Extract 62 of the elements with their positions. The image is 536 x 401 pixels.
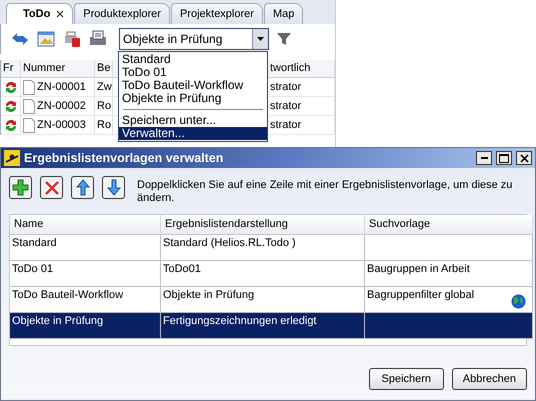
table-cell: Zw	[95, 78, 113, 97]
column-header[interactable]: Fr	[1, 60, 21, 78]
menu-item[interactable]: ToDo Bauteil-Workflow	[119, 79, 267, 92]
menu-item[interactable]: Objekte in Prüfung	[119, 92, 267, 105]
document-icon	[23, 80, 35, 94]
column-header[interactable]: twortlich	[268, 60, 335, 78]
sync-arrows-icon[interactable]	[11, 32, 29, 46]
minimize-button[interactable]	[476, 151, 492, 165]
caret-icon	[257, 37, 264, 41]
printer-icon[interactable]	[63, 30, 81, 48]
maximize-icon	[499, 154, 509, 162]
column-header[interactable]: Ergebnislistendarstellung	[161, 215, 365, 235]
menu-item[interactable]: ToDo 01	[119, 66, 267, 79]
menu-item[interactable]: Speichern unter...	[119, 114, 267, 127]
menu-item[interactable]: Verwalten...	[119, 127, 267, 140]
image-icon[interactable]	[37, 31, 55, 47]
table-cell[interactable]: Objekte in Prüfung	[10, 313, 161, 339]
tab[interactable]: Produktexplorer	[74, 3, 170, 24]
table-cell[interactable]: Bagruppenfilter global	[365, 287, 533, 313]
move-down-button[interactable]	[102, 176, 125, 199]
maximize-button[interactable]	[496, 151, 512, 165]
table-cell[interactable]: Baugruppen in Arbeit	[365, 261, 533, 287]
table-cell[interactable]: ToDo 01	[10, 261, 161, 287]
table-cell: Ro	[95, 116, 113, 135]
table-cell[interactable]: ToDo01	[161, 261, 365, 287]
table-cell[interactable]: Standard	[10, 235, 161, 261]
close-icon	[520, 154, 528, 162]
window-title: Ergebnislistenvorlagen verwalten	[24, 151, 224, 165]
table-cell: Ro	[95, 97, 113, 116]
globe-icon	[511, 294, 526, 309]
minimize-icon	[480, 157, 488, 159]
document-icon	[23, 98, 35, 114]
table-cell[interactable]: Standard (Helios.RL.Todo )	[161, 235, 365, 261]
tab[interactable]: ToDo	[6, 3, 74, 24]
dialog-button[interactable]: Abbrechen	[452, 368, 527, 390]
table-cell[interactable]: Fertigungszeichnungen erledigt	[161, 313, 365, 339]
column-header[interactable]: Nummer	[21, 60, 95, 78]
printer-icon[interactable]	[89, 30, 107, 48]
column-header[interactable]: Suchvorlage	[365, 215, 533, 235]
move-up-button[interactable]	[71, 176, 94, 199]
menu-item[interactable]: Standard	[119, 53, 267, 66]
table-cell[interactable]	[365, 235, 533, 261]
instruction-text: Doppelklicken Sie auf eine Zeile mit einer Ergebnislistenvorlage, um diese zu ändern.	[137, 178, 514, 205]
tab[interactable]: Projektexplorer	[170, 3, 263, 24]
app-icon	[4, 150, 20, 166]
document-icon	[23, 118, 35, 132]
close-button[interactable]	[516, 151, 532, 165]
column-header[interactable]: Name	[10, 215, 161, 235]
dialog-button[interactable]: Speichern	[368, 368, 444, 390]
column-header[interactable]: Be	[95, 60, 113, 78]
table-cell[interactable]: Objekte in Prüfung	[161, 287, 365, 313]
table-cell[interactable]: ToDo Bauteil-Workflow	[10, 287, 161, 313]
filter-icon[interactable]	[277, 32, 291, 46]
tab[interactable]: Map	[264, 3, 304, 24]
delete-button[interactable]	[40, 176, 63, 199]
template-dropdown[interactable]: Objekte in Prüfung	[119, 28, 269, 50]
close-icon[interactable]	[56, 10, 64, 18]
add-button[interactable]	[9, 176, 32, 199]
table-cell[interactable]	[365, 313, 533, 339]
cell-text: ZN-00002	[37, 100, 86, 112]
cell-text: ZN-00003	[37, 119, 86, 131]
cell-text: ZN-00001	[37, 81, 86, 93]
